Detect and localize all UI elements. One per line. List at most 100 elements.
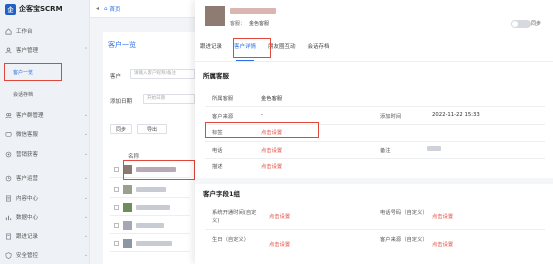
section-title-custom-fields: 客户字段1组: [203, 190, 241, 198]
sidebar-item-customer-operation[interactable]: 客户运营 ⌄: [0, 171, 90, 185]
chevron-down-icon: ⌄: [83, 233, 89, 239]
brand-logo-icon: 企: [5, 3, 16, 15]
row-checkbox[interactable]: [114, 241, 119, 246]
add-date-label: 添加日期: [110, 99, 133, 105]
custom-field-phone-label: 电话号码（自定义）: [380, 210, 428, 216]
section-separator: [195, 178, 553, 184]
avatar: [123, 185, 132, 194]
customer-name-redacted: [230, 8, 276, 14]
custom-field-birthday-label: 生日（自定义）: [212, 237, 250, 243]
sidebar-item-label: 安全管控: [16, 253, 39, 259]
table-row[interactable]: [110, 218, 190, 234]
sidebar-item-label: 营销获客: [16, 152, 39, 158]
sync-button[interactable]: 同步: [110, 124, 132, 134]
sidebar-item-data-center[interactable]: 数据中心 ⌄: [0, 210, 90, 224]
sidebar-item-security[interactable]: 安全管控 ⌄: [0, 248, 90, 262]
section-title-owner: 所属客服: [203, 72, 229, 80]
home-icon: [5, 27, 12, 34]
home-tab-icon: ⌂: [104, 5, 108, 12]
tab-nav-icon[interactable]: ◂: [96, 5, 99, 12]
chevron-down-icon: ⌄: [83, 195, 89, 201]
record-icon: [6, 233, 11, 239]
row-divider: [205, 158, 545, 159]
customer-avatar: [205, 6, 225, 26]
row-divider: [205, 106, 545, 107]
toggle-knob: [512, 21, 518, 27]
custom-field-source-link[interactable]: 点击设置: [432, 240, 453, 248]
start-date-input[interactable]: 开始日期: [143, 94, 195, 104]
sidebar-item-follow-records[interactable]: 跟进记录 ⌄: [0, 229, 90, 243]
sidebar-subitem-session-archive[interactable]: 会话存档: [0, 88, 90, 100]
tabs-divider: [195, 61, 553, 62]
brand: 企 企客宝SCRM: [0, 0, 89, 18]
row-checkbox[interactable]: [114, 167, 119, 172]
redacted-name: [136, 241, 172, 246]
avatar: [123, 221, 132, 230]
chevron-down-icon: ⌄: [83, 112, 89, 118]
chevron-up-icon: ⌃: [83, 47, 89, 53]
marketing-icon: [5, 151, 12, 157]
highlight-box-details-tab: [233, 38, 271, 58]
owner-label: 所属客服: [212, 96, 234, 102]
custom-field-phone-link[interactable]: 点击设置: [432, 212, 453, 220]
source-label: 客户来源: [212, 114, 234, 120]
table-row[interactable]: [110, 200, 190, 216]
customer-search-input[interactable]: 请输入客户昵称/备注: [130, 69, 195, 79]
customer-meta: 客服： 金色客服: [230, 20, 269, 27]
highlight-box-customer-row: [123, 160, 195, 180]
tab-session-archive[interactable]: 会话存档: [308, 42, 330, 56]
description-set-link[interactable]: 点击设置: [261, 162, 282, 170]
group-icon: [5, 112, 12, 118]
sidebar-item-marketing[interactable]: 营销获客 ⌄: [0, 147, 90, 161]
chevron-down-icon: ⌄: [83, 151, 89, 157]
table-row[interactable]: [110, 182, 190, 198]
service-label: 客服：: [230, 21, 246, 27]
row-checkbox[interactable]: [114, 187, 119, 192]
brand-name: 企客宝SCRM: [19, 5, 63, 13]
tab-home[interactable]: ⌂ 首页: [104, 5, 121, 13]
tab-label: 首页: [109, 6, 121, 13]
description-label: 描述: [212, 164, 223, 170]
added-time-value: 2022-11-22 15:33: [432, 112, 480, 118]
sidebar-item-label: 内容中心: [16, 196, 39, 202]
row-checkbox[interactable]: [114, 205, 119, 210]
sidebar-item-label: 跟进记录: [16, 234, 39, 240]
sidebar-item-label: 客户运营: [16, 176, 39, 182]
remark-redacted: [427, 146, 441, 151]
row-divider: [205, 229, 545, 230]
table-row[interactable]: [110, 236, 190, 252]
redacted-name: [136, 187, 166, 192]
phone-label: 电话: [212, 148, 223, 154]
owner-value: 金色客服: [261, 96, 283, 102]
sync-toggle[interactable]: [511, 20, 531, 28]
custom-field-open-time-link[interactable]: 点击设置: [269, 212, 290, 220]
chat-icon: [5, 131, 12, 137]
phone-set-link[interactable]: 点击设置: [261, 146, 282, 154]
sidebar-item-label: 客户管理: [16, 48, 39, 54]
sidebar-item-content-center[interactable]: 内容中心 ⌄: [0, 191, 90, 205]
security-icon: [5, 251, 12, 259]
chevron-down-icon: ⌄: [83, 131, 89, 137]
sync-toggle-label: 同步: [531, 21, 542, 27]
row-divider: [205, 141, 545, 142]
custom-field-open-time-label: 系统开通时间(自定义): [212, 210, 257, 224]
name-column-header: 名称: [128, 154, 140, 160]
operation-icon: [5, 175, 12, 181]
row-checkbox[interactable]: [114, 223, 119, 228]
tab-follow-records[interactable]: 跟进记录: [200, 42, 222, 56]
custom-field-birthday-link[interactable]: 点击设置: [269, 240, 290, 248]
customer-icon: [5, 47, 12, 53]
sidebar-item-wechat-service[interactable]: 微信客服 ⌄: [0, 127, 90, 141]
sidebar-item-workbench[interactable]: 工作台: [0, 24, 90, 38]
remark-label: 备注: [380, 148, 391, 154]
sidebar-item-customer-management[interactable]: 客户管理 ⌃: [0, 43, 90, 57]
chevron-down-icon: ⌄: [83, 214, 89, 220]
sidebar-item-group-management[interactable]: 客户群管理 ⌄: [0, 108, 90, 122]
page-title: 客户一览: [108, 41, 136, 49]
export-button[interactable]: 导出: [137, 124, 167, 134]
chevron-down-icon: ⌄: [83, 252, 89, 258]
customer-filter-label: 客户: [110, 74, 122, 80]
service-value: 金色客服: [249, 21, 270, 27]
tab-moments-interaction[interactable]: 朋友圈互动: [268, 42, 296, 56]
chevron-down-icon: ⌄: [83, 175, 89, 181]
